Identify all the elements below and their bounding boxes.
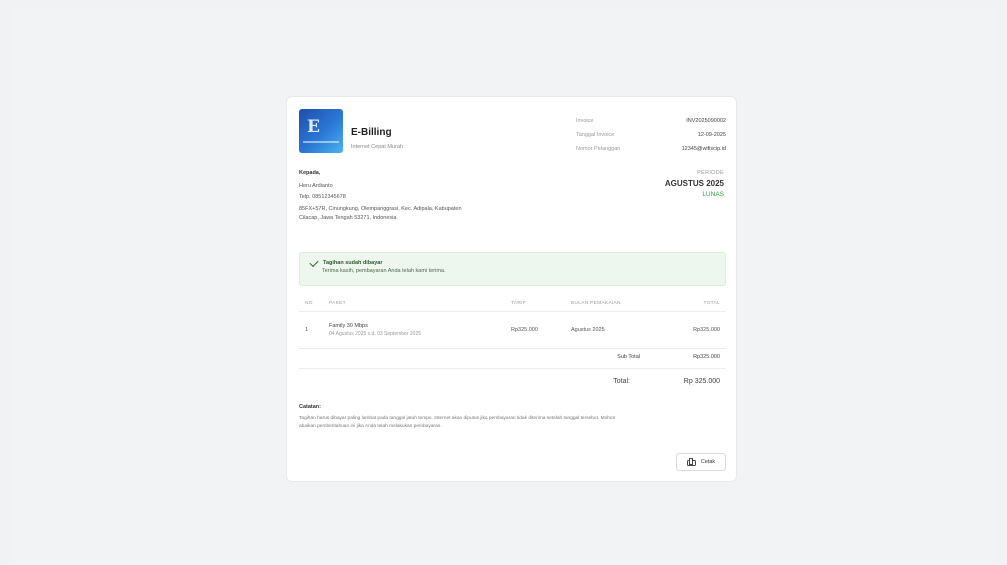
row-no: 1 (299, 311, 328, 349)
table-row: 1 Family 30 Mbps 04 Agustus 2025 s.d. 03… (299, 311, 726, 349)
header-tarif: TARIF (510, 295, 570, 312)
subtotal-label: Sub Total (617, 353, 640, 360)
meta-customer-row: Nomor Pelanggan 12345@wifiscip.id (576, 142, 726, 156)
meta-date-label: Tanggal Invoice (576, 132, 615, 138)
e-billing-logo-icon: E (299, 109, 343, 153)
meta-invoice-label: Invoice (576, 118, 594, 124)
total-value: Rp 325.000 (683, 378, 720, 385)
printer-icon (686, 458, 696, 466)
invoice-card: E E-Billing Internet Cepat Murah Invoice… (286, 96, 737, 482)
meta-date-row: Tanggal Invoice 12-09-2025 (576, 128, 726, 142)
header-bulan: BULAN PEMAKAIAN (570, 295, 662, 312)
period-label: PERIODE (697, 170, 724, 176)
recipient-block: Kepada, Heru Ardianto Telp. 08512345678 … (299, 170, 589, 223)
total-row: Total: Rp 325.000 (299, 369, 726, 394)
header-paket: PAKET (328, 295, 510, 312)
notes-text: Tagihan harus dibayar paling lambat pada… (299, 416, 616, 429)
recipient-address-line1: 85FX+57R, Cinungkung, Olempanggrasi, Kec… (299, 206, 462, 212)
recipient-label: Kepada, (299, 170, 321, 176)
total-label: Total: (613, 378, 630, 385)
meta-customer-value: 12345@wifiscip.id (681, 146, 726, 152)
alert-title: Tagihan sudah dibayar (323, 260, 383, 266)
brand-tagline: Internet Cepat Murah (351, 144, 403, 150)
row-bulan: Agustus 2025 (570, 311, 662, 349)
header-total: TOTAL (662, 295, 726, 312)
print-button[interactable]: Cetak (676, 453, 726, 471)
subtotal-row: Sub Total Rp325.000 (299, 345, 726, 369)
summary-block: Sub Total Rp325.000 Total: Rp 325.000 (299, 345, 726, 394)
period-block: PERIODE AGUSTUS 2025 LUNAS (665, 170, 724, 198)
notes-block: Catatan: Tagihan harus dibayar paling la… (299, 404, 619, 430)
meta-date-value: 12-09-2025 (697, 132, 726, 138)
row-total: Rp325.000 (662, 311, 726, 349)
package-name: Family 30 Mbps (329, 323, 368, 329)
recipient-name: Heru Ardianto (299, 183, 333, 189)
meta-invoice-value: INV2025090002 (686, 118, 726, 124)
alert-text: Terima kasih, pembayaran Anda telah kami… (322, 268, 446, 274)
print-button-label: Cetak (700, 459, 716, 465)
row-paket: Family 30 Mbps 04 Agustus 2025 s.d. 03 S… (328, 311, 510, 349)
alert-title-row: Tagihan sudah dibayar (309, 257, 715, 268)
notes-title: Catatan: (299, 404, 322, 410)
meta-invoice-row: Invoice INV2025090002 (576, 114, 726, 128)
package-range: 04 Agustus 2025 s.d. 03 September 2025 (329, 331, 422, 337)
recipient-phone: Telp. 08512345678 (299, 194, 346, 200)
row-tarif: Rp325.000 (510, 311, 570, 349)
period-value: AGUSTUS 2025 (664, 179, 724, 188)
brand-name: E-Billing (351, 127, 392, 138)
recipient-address-line2: Cilacap, Jawa Tengah 53271, Indonesia (299, 215, 397, 221)
check-icon (309, 257, 319, 267)
invoice-meta: Invoice INV2025090002 Tanggal Invoice 12… (576, 114, 726, 156)
subtotal-value: Rp325.000 (693, 353, 720, 360)
header-no: NO (299, 295, 328, 312)
meta-customer-label: Nomor Pelanggan (576, 146, 621, 152)
payment-alert: Tagihan sudah dibayar Terima kasih, pemb… (299, 252, 726, 286)
status-badge: LUNAS (702, 191, 724, 198)
items-table: NO PAKET TARIF BULAN PEMAKAIAN TOTAL 1 F… (299, 295, 726, 349)
table-header-row: NO PAKET TARIF BULAN PEMAKAIAN TOTAL (299, 295, 726, 312)
